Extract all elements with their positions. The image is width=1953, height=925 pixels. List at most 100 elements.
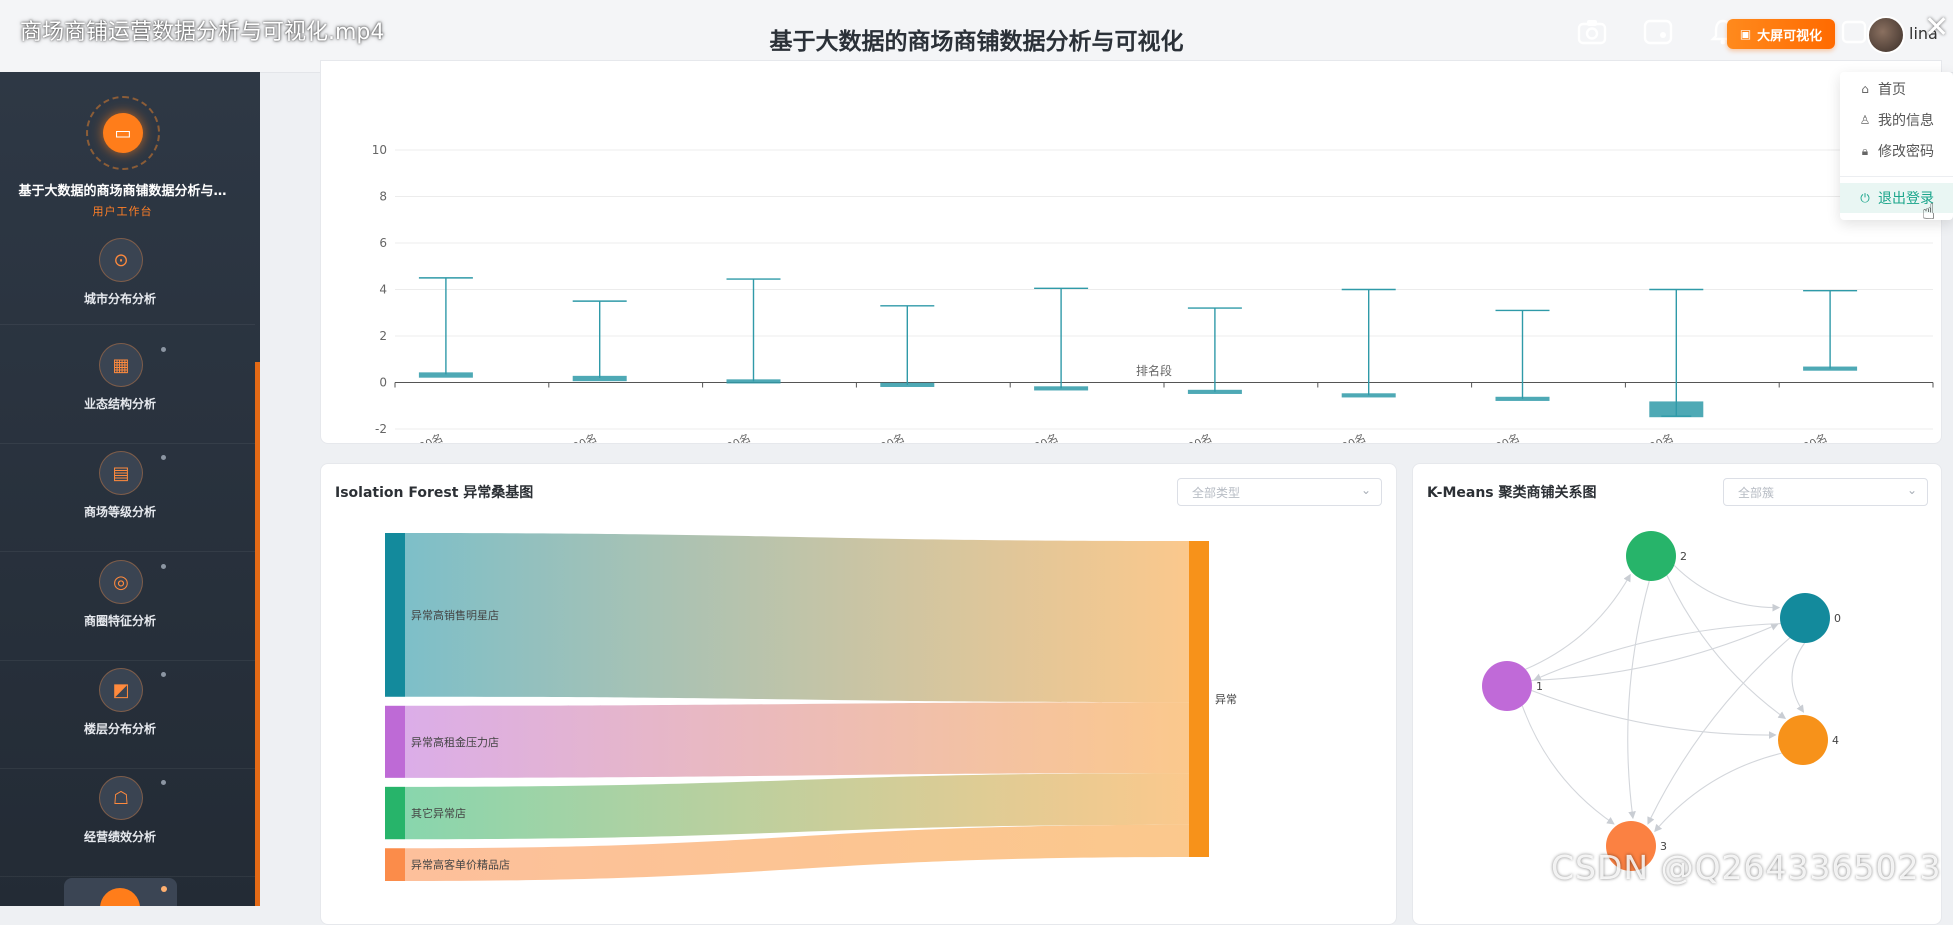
- sankey-source-node[interactable]: [385, 786, 405, 840]
- location-icon: ⊙: [99, 238, 143, 282]
- cluster-node-label: 1: [1536, 680, 1543, 693]
- menu-item-label: 我的信息: [1878, 113, 1934, 129]
- sidebar-item-label: 楼层分布分析: [83, 722, 156, 736]
- mean-marker: [1034, 386, 1089, 391]
- menu-divider: [1840, 176, 1953, 177]
- graph-edge: [1791, 642, 1806, 713]
- mean-marker: [880, 382, 935, 387]
- avatar[interactable]: [1867, 16, 1905, 54]
- user-icon: ♙: [1859, 113, 1871, 127]
- menu-item-home[interactable]: ⌂ 首页: [1840, 75, 1953, 103]
- user-dropdown-menu: ⌂ 首页 ♙ 我的信息 🔒︎ 修改密码 ⏻ 退出登录: [1840, 72, 1953, 220]
- graph-edge: [1531, 623, 1779, 681]
- x-tick-label: 第20001-25000名: [967, 431, 1060, 443]
- sidebar-item-format[interactable]: ▦ 业态结构分析: [0, 335, 255, 444]
- x-tick-label: 第45001-50000名: [1736, 431, 1829, 443]
- active-item-icon: [100, 888, 140, 906]
- sankey-card: Isolation Forest 异常桑基图 全部类型 ⌄ 异常高销售明星店 异常…: [320, 463, 1397, 925]
- logo: ▭: [86, 96, 160, 170]
- sidebar-item-label: 城市分布分析: [83, 292, 156, 306]
- graph-edge: [1627, 580, 1650, 820]
- mean-marker: [1495, 396, 1550, 401]
- graph-edge: [1666, 575, 1787, 720]
- menu-item-label: 修改密码: [1878, 144, 1934, 160]
- y-tick-label: 0: [379, 376, 387, 390]
- sankey-link: [405, 533, 1189, 703]
- x-tick-label: 第15001-20000名: [814, 431, 907, 443]
- building-icon: ▤: [99, 451, 143, 495]
- y-tick-label: 2: [379, 329, 387, 343]
- status-dot: [161, 780, 166, 785]
- menu-item-logout[interactable]: ⏻ 退出登录: [1840, 183, 1953, 213]
- sidebar-item-performance[interactable]: ☖ 经营绩效分析: [0, 768, 255, 877]
- sidebar-item-label: 经营绩效分析: [83, 830, 156, 844]
- y-tick-label: 6: [379, 236, 387, 250]
- sidebar-item-city[interactable]: ⊙ 城市分布分析: [0, 238, 255, 325]
- power-icon: ⏻: [1860, 190, 1870, 205]
- sidebar-scrollbar[interactable]: [255, 362, 260, 906]
- camera-icon[interactable]: [1572, 12, 1612, 52]
- x-tick-label: 第35001-40000名: [1429, 431, 1522, 443]
- sidebar-item-grade[interactable]: ▤ 商场等级分析: [0, 443, 255, 552]
- status-dot: [161, 455, 166, 460]
- x-tick-label: 第30001-35000名: [1275, 431, 1368, 443]
- mean-marker: [1803, 366, 1858, 371]
- y-tick-label: 10: [372, 143, 387, 157]
- sankey-source-node[interactable]: [385, 705, 405, 778]
- graph-edge: [1647, 637, 1791, 825]
- monitor-icon: ▣: [1739, 27, 1752, 41]
- sankey-source-node[interactable]: [385, 533, 405, 697]
- chart-icon: ◩: [99, 668, 143, 712]
- sidebar-item-floor[interactable]: ◩ 楼层分布分析: [0, 660, 255, 769]
- grid-icon: ▦: [99, 343, 143, 387]
- mean-marker: [418, 372, 473, 378]
- sidebar-title: 基于大数据的商场商铺数据分析与…: [18, 184, 227, 199]
- cluster-node[interactable]: [1482, 661, 1532, 711]
- status-dot: [161, 564, 166, 569]
- sankey-node-label: 其它异常店: [411, 806, 466, 820]
- mean-marker: [572, 375, 627, 382]
- watermark: CSDN @Q2643365023: [1551, 848, 1942, 887]
- mean-marker: [1341, 393, 1396, 398]
- menu-item-password[interactable]: 🔒︎ 修改密码: [1840, 137, 1953, 165]
- x-tick-label: 第10001-15000名: [660, 431, 753, 443]
- x-tick-label: 第40001-45000名: [1583, 431, 1676, 443]
- sidebar-item-district[interactable]: ◎ 商圈特征分析: [0, 552, 255, 661]
- sankey-link: [405, 702, 1189, 778]
- sankey-source-node[interactable]: [385, 848, 405, 881]
- graph-edge: [1533, 623, 1781, 681]
- cluster-node[interactable]: [1626, 531, 1676, 581]
- main-content: 1086420-2 第1-5000名第5001-10000名第10001-150…: [282, 60, 1953, 925]
- close-icon[interactable]: ✕: [1924, 10, 1949, 45]
- sidebar-item-label: 业态结构分析: [83, 397, 156, 411]
- mean-marker: [726, 379, 781, 384]
- x-tick-label: 第5001-10000名: [512, 431, 599, 443]
- hand-cursor-icon: ☝: [1922, 200, 1936, 225]
- video-title: 商场商铺运营数据分析与可视化.mp4: [20, 20, 385, 45]
- menu-item-label: 首页: [1878, 82, 1906, 98]
- cluster-node-label: 4: [1832, 734, 1839, 747]
- mean-marker: [1187, 389, 1242, 394]
- screen-record-icon[interactable]: [1638, 12, 1678, 52]
- sidebar-item-label: 商圈特征分析: [83, 614, 156, 628]
- bigscreen-label: 大屏可视化: [1757, 28, 1823, 44]
- y-tick-label: 4: [379, 283, 387, 297]
- status-dot: [161, 347, 166, 352]
- sankey-target-node[interactable]: [1189, 541, 1209, 857]
- cluster-node[interactable]: [1778, 715, 1828, 765]
- cluster-node-label: 2: [1680, 550, 1687, 563]
- graph-edge: [1673, 564, 1781, 612]
- cluster-node[interactable]: [1780, 593, 1830, 643]
- performance-icon: ☖: [99, 776, 143, 820]
- sankey-node-label: 异常高销售明星店: [411, 608, 499, 622]
- y-tick-label: 8: [379, 190, 387, 204]
- menu-item-profile[interactable]: ♙ 我的信息: [1840, 106, 1953, 134]
- bigscreen-button[interactable]: ▣ 大屏可视化: [1727, 19, 1835, 49]
- errorbar-card: 10 8 6 4 2 0 -2 第1-5000名 第5001-10000名 第10001-150…: [320, 60, 1942, 484]
- x-tick-label: 第25001-30000名: [1121, 431, 1214, 443]
- sankey-target-label: 异常: [1215, 693, 1237, 706]
- sankey-chart: 异常高销售明星店异常高租金压力店其它异常店异常高客单价精品店 异常: [385, 533, 1237, 881]
- errorbar-chart: 10 8 6 4 2 0 -2 第1-5000名 第5001-10000名 第10001-150…: [372, 143, 1934, 484]
- x-tick-label: 第1-5000名: [384, 431, 445, 443]
- sidebar-item-active[interactable]: [64, 878, 177, 906]
